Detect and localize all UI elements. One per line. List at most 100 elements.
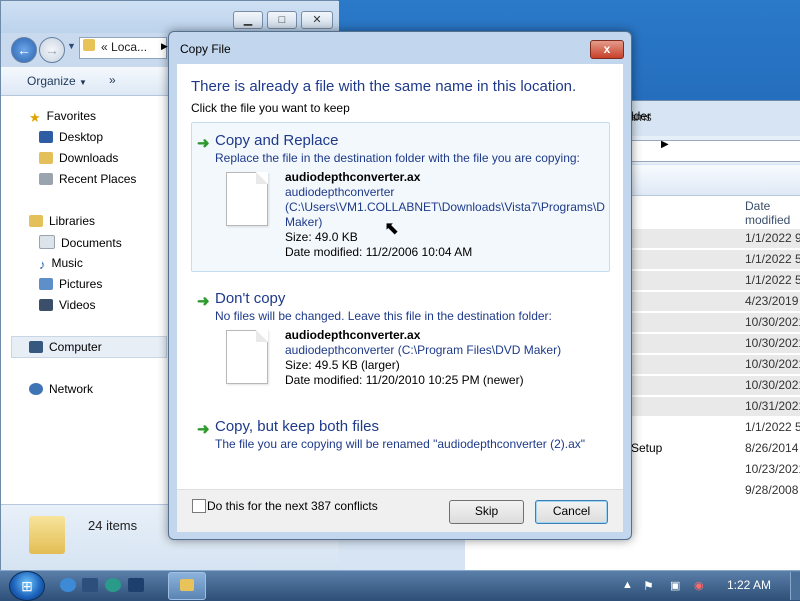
row-date: 10/30/2021 (745, 378, 800, 392)
column-header-date-modified[interactable]: Date modified (745, 199, 800, 227)
computer-icon (29, 341, 43, 353)
green-arrow-icon: ➜ (197, 421, 210, 438)
dialog-title: Copy File (180, 42, 231, 56)
address-breadcrumb[interactable]: « Loca... (101, 40, 147, 54)
desktop-icon (39, 131, 53, 143)
breadcrumb-chevron-icon[interactable]: ▶ (161, 41, 168, 52)
copy-replace-desc: Replace the file in the destination fold… (215, 151, 580, 165)
nav-downloads[interactable]: Downloads (39, 151, 118, 165)
nav-label: Videos (59, 298, 96, 312)
source-file-modified: Date modified: 11/2/2006 10:04 AM (285, 245, 473, 259)
address-text: Loca... (111, 40, 148, 54)
row-date: 1/1/2022 9 (745, 231, 800, 245)
dialog-close-button[interactable]: x (590, 40, 624, 59)
clock[interactable]: 1:22 AM (727, 578, 771, 592)
row-name-setup[interactable]: Setup (631, 441, 662, 455)
nav-label: Favorites (46, 109, 97, 123)
row-date: 1/1/2022 5 (745, 420, 800, 434)
folder-icon (83, 39, 95, 51)
cancel-button[interactable]: Cancel (535, 500, 608, 524)
back-button[interactable]: ← (11, 37, 37, 63)
quick-launch-icon[interactable] (128, 578, 144, 592)
nav-label: Libraries (49, 214, 96, 228)
windows-logo-icon: ⊞ (21, 578, 33, 594)
internet-explorer-icon[interactable] (60, 578, 76, 592)
forward-button[interactable]: → (39, 37, 65, 63)
maximize-button[interactable]: □ (267, 11, 297, 29)
more-commands-button[interactable]: » (109, 73, 116, 87)
row-date: 8/26/2014 (745, 441, 799, 455)
background-toolbar-label[interactable]: lder (631, 109, 651, 123)
skip-button[interactable]: Skip (449, 500, 524, 524)
source-file-path-2: Maker) (285, 215, 323, 229)
row-date: 4/23/2019 (745, 294, 799, 308)
row-date: 1/1/2022 5 (745, 252, 800, 266)
show-desktop-icon[interactable] (82, 578, 98, 592)
nav-label: Music (51, 256, 83, 270)
conflicts-checkbox-label[interactable]: Do this for the next 387 conflicts (207, 499, 378, 513)
row-date: 10/30/2021 (745, 336, 800, 350)
copy-replace-title[interactable]: Copy and Replace (215, 132, 338, 149)
nav-label: Recent Places (59, 172, 137, 186)
nav-music[interactable]: ♪ Music (39, 256, 83, 272)
folder-large-icon (29, 516, 65, 554)
nav-documents[interactable]: Documents (39, 235, 122, 250)
item-count: 24 items (88, 518, 138, 533)
organize-menu[interactable]: Organize ▼ (27, 74, 87, 88)
start-button[interactable]: ⊞ (9, 571, 45, 601)
row-date: 10/30/2021 (745, 357, 800, 371)
nav-videos[interactable]: Videos (39, 298, 95, 312)
recent-places-icon (39, 173, 53, 185)
nav-label: Desktop (59, 130, 104, 144)
row-date: 1/1/2022 5 (745, 273, 800, 287)
nav-recent-places[interactable]: Recent Places (39, 172, 136, 186)
dialog-instruction: There is already a file with the same na… (191, 78, 577, 95)
nav-label: Downloads (59, 151, 119, 165)
network-tray-icon[interactable]: ▣ (670, 579, 680, 592)
keep-both-title[interactable]: Copy, but keep both files (215, 418, 379, 435)
conflicts-checkbox[interactable] (192, 499, 206, 513)
dest-file-desc: audiodepthconverter (C:\Program Files\DV… (285, 343, 562, 357)
background-address-field[interactable] (603, 140, 800, 162)
action-center-flag-icon[interactable]: ⚑ (643, 579, 654, 593)
nav-libraries[interactable]: Libraries (29, 214, 95, 228)
row-date: 10/23/2021 (745, 462, 800, 476)
row-date: 9/28/2008 (745, 483, 799, 497)
dest-file-size: Size: 49.5 KB (larger) (285, 358, 400, 372)
music-icon: ♪ (39, 257, 46, 272)
source-file-desc: audiodepthconverter (285, 185, 395, 199)
volume-muted-icon[interactable]: ◉ (694, 579, 704, 592)
media-player-icon[interactable] (105, 578, 121, 592)
nav-label: Documents (61, 236, 122, 250)
minimize-button[interactable]: ▁ (233, 11, 263, 29)
show-hidden-icons-icon[interactable]: ▲ (622, 579, 633, 591)
row-date: 10/31/2021 (745, 399, 800, 413)
dialog-subinstruction: Click the file you want to keep (191, 101, 350, 115)
nav-favorites[interactable]: ★ Favorites (29, 109, 97, 125)
file-icon (226, 172, 268, 226)
close-icon: x (603, 42, 611, 56)
nav-label: Network (49, 382, 94, 396)
network-icon (29, 383, 43, 395)
back-arrow-icon: ← (17, 42, 31, 58)
nav-label: Pictures (59, 277, 103, 291)
forward-arrow-icon: → (45, 42, 59, 58)
nav-pictures[interactable]: Pictures (39, 277, 102, 291)
nav-network[interactable]: Network (29, 382, 93, 396)
source-file-size: Size: 49.0 KB (285, 230, 358, 244)
nav-desktop[interactable]: Desktop (39, 130, 103, 144)
taskbar-explorer-button[interactable] (168, 572, 206, 600)
chevron-down-icon: ▼ (79, 78, 87, 87)
dont-copy-title[interactable]: Don't copy (215, 290, 285, 307)
close-window-button[interactable]: ✕ (301, 11, 333, 29)
green-arrow-icon: ➜ (197, 293, 210, 310)
show-desktop-button[interactable] (790, 572, 800, 600)
recent-pages-dropdown-icon[interactable]: ▼ (67, 41, 76, 51)
file-icon (226, 330, 268, 384)
nav-computer[interactable]: Computer (29, 340, 102, 354)
folder-icon (180, 579, 194, 591)
videos-icon (39, 299, 53, 311)
green-arrow-icon: ➜ (197, 135, 210, 152)
source-file-path: (C:\Users\VM1.COLLABNET\Downloads\Vista7… (285, 200, 605, 214)
star-icon: ★ (29, 110, 41, 125)
